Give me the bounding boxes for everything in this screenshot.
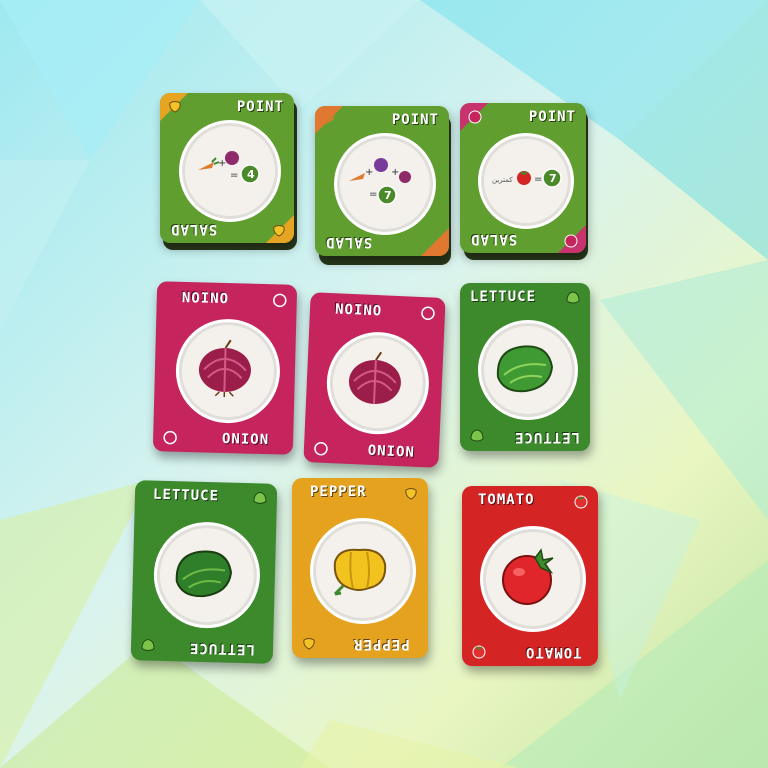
veg-card-pepper[interactable]: PEPPER PEPPER	[292, 478, 428, 658]
tomato-icon	[472, 645, 486, 659]
svg-text:=: =	[369, 189, 377, 200]
veg-card-name: TOMATO	[525, 644, 582, 660]
lettuce-icon	[470, 429, 484, 442]
point-card-3[interactable]: POINT SALAD كمترين = 7	[460, 103, 586, 253]
svg-text:=: =	[230, 170, 238, 181]
veg-card-lettuce[interactable]: LETTUCE LETTUCE	[460, 283, 590, 451]
onion-icon	[163, 430, 177, 445]
veg-card-name: ONION	[367, 442, 416, 461]
point-card-2[interactable]: POINT SALAD + + = 7	[315, 106, 449, 256]
veg-card-onion[interactable]: ONION ONION	[303, 292, 446, 468]
veg-card-lettuce[interactable]: LETTUCE LETTUCE	[130, 480, 278, 664]
tomato-icon	[574, 495, 588, 509]
tomato-illustration	[502, 548, 554, 605]
onion-icon	[421, 306, 435, 321]
svg-text:+: +	[391, 167, 399, 178]
veg-card-name: PEPPER	[353, 636, 410, 652]
point-card-1[interactable]: POINT SALAD + = 4	[160, 93, 294, 243]
veg-card-name: LETTUCE	[470, 289, 537, 305]
veg-card-onion[interactable]: ONION ONION	[152, 281, 298, 455]
veg-card-name: ONION	[221, 430, 270, 449]
carrot-icon	[428, 239, 439, 249]
point-formula: + + = 7	[349, 158, 411, 205]
svg-text:+: +	[365, 167, 373, 178]
svg-text:+: +	[218, 158, 226, 169]
veg-card-name: ONION	[180, 287, 229, 306]
veg-card-name: ONION	[333, 299, 382, 318]
onion-illustration	[348, 351, 401, 405]
point-formula: كمترين = 7	[492, 168, 562, 188]
svg-text:=: =	[534, 174, 542, 185]
onion-icon	[314, 441, 328, 456]
point-value: 4	[247, 168, 255, 181]
pepper-icon	[405, 488, 417, 500]
veg-card-name: LETTUCE	[188, 639, 256, 658]
point-card-subtitle: SALAD	[325, 234, 373, 250]
point-formula: + = 4	[198, 151, 260, 184]
lettuce-illustration	[496, 345, 554, 393]
point-value: 7	[384, 189, 392, 202]
onion-icon	[468, 110, 482, 124]
pepper-icon	[273, 225, 285, 237]
onion-icon	[273, 293, 287, 308]
point-card-title: POINT	[236, 99, 284, 115]
point-card-title: POINT	[528, 109, 576, 125]
point-card-subtitle: SALAD	[170, 221, 218, 237]
lettuce-icon	[141, 639, 155, 652]
veg-card-name: TOMATO	[478, 492, 535, 508]
point-card-title: POINT	[391, 112, 439, 128]
point-value: 7	[549, 172, 557, 185]
veg-card-name: LETTUCE	[513, 429, 580, 445]
pepper-icon	[303, 638, 315, 650]
veg-card-name: PEPPER	[310, 484, 367, 500]
pepper-illustration	[333, 548, 387, 596]
onion-illustration	[198, 339, 251, 398]
lettuce-icon	[566, 291, 580, 304]
small-rule-text: كمترين	[492, 176, 513, 184]
pepper-icon	[169, 101, 181, 113]
onion-icon	[564, 234, 578, 248]
veg-card-name: LETTUCE	[152, 486, 220, 505]
lettuce-icon	[253, 491, 267, 504]
point-card-subtitle: SALAD	[470, 231, 518, 247]
carrot-icon	[324, 115, 335, 125]
veg-card-tomato[interactable]: TOMATO TOMATO	[462, 486, 598, 666]
lettuce-illustration	[175, 550, 232, 598]
